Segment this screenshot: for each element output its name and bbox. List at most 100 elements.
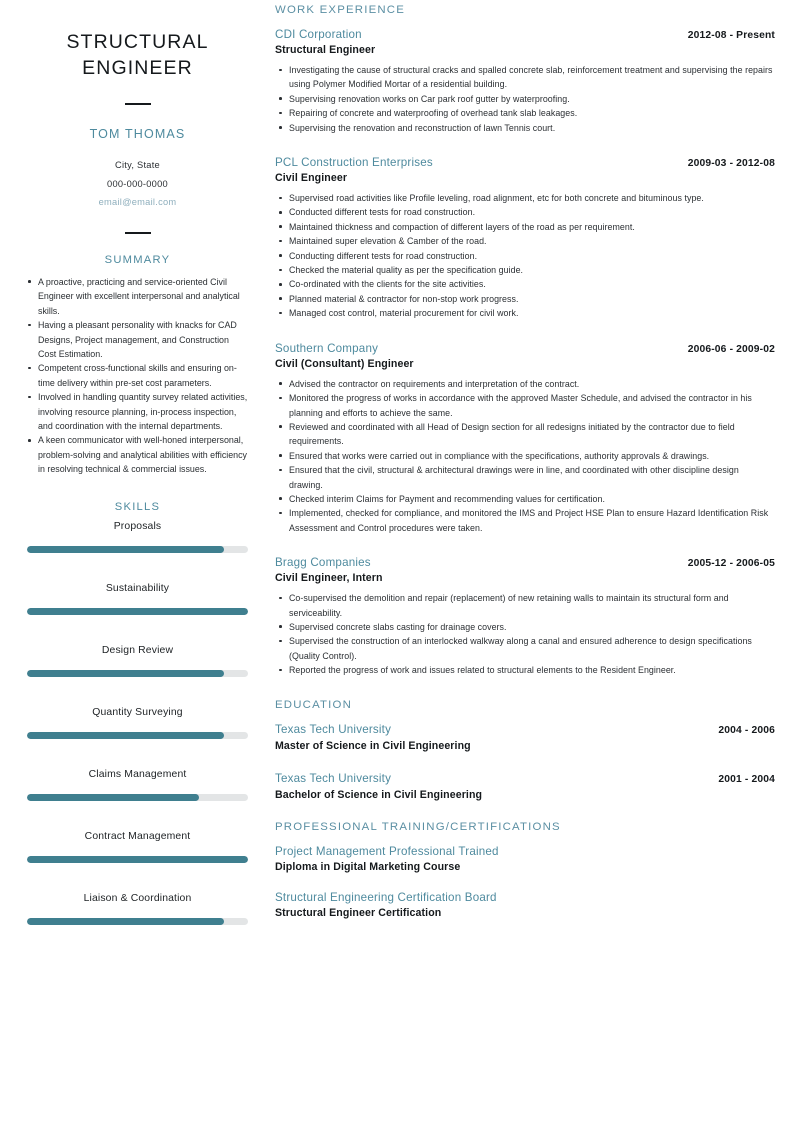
divider-top (124, 103, 151, 106)
skill-label: Sustainability (105, 582, 170, 594)
skill-label: Quantity Surveying (92, 706, 183, 718)
candidate-name: Tom Thomas (89, 127, 186, 142)
bullet-item: Repairing of concrete and waterproofing … (275, 106, 775, 120)
skill-bar-fill (27, 731, 224, 739)
skill-item: Design Review (27, 645, 248, 677)
work-experience-section: Work Experience CDI Corporation 2012-08 … (275, 4, 775, 678)
certification-provider: Project Management Professional Trained (275, 844, 499, 858)
entry-header: CDI Corporation 2012-08 - Present (275, 28, 775, 41)
skill-item: Proposals (27, 521, 248, 553)
certification-title: Structural Engineer Certification (275, 906, 442, 919)
date-range: 2001 - 2004 (718, 773, 775, 785)
skill-item: Claims Management (27, 769, 248, 801)
entry-header: Texas Tech University 2001 - 2004 (275, 772, 775, 785)
job-title: Civil Engineer, Intern (275, 572, 383, 585)
work-experience-heading: Work Experience (275, 4, 406, 16)
summary-item: Having a pleasant personality with knack… (27, 318, 248, 361)
bullet-item: Maintained thickness and compaction of d… (275, 220, 775, 234)
skill-label: Liaison & Coordination (83, 892, 192, 904)
skills-heading: Skills (114, 500, 161, 513)
date-range: 2006-06 - 2009-02 (687, 343, 775, 355)
entry-header: Bragg Companies 2005-12 - 2006-05 (275, 556, 775, 569)
responsibility-list: Advised the contractor on requirements a… (275, 377, 775, 535)
bullet-item: Checked the material quality as per the … (275, 263, 775, 277)
skill-bar-fill (27, 545, 224, 553)
bullet-item: Conducted different tests for road const… (275, 205, 775, 219)
bullet-item: Supervising the renovation and reconstru… (275, 121, 775, 135)
experience-entry: Bragg Companies 2005-12 - 2006-05 Civil … (275, 556, 775, 677)
contact-phone: 000-000-0000 (107, 178, 168, 189)
date-range: 2009-03 - 2012-08 (687, 158, 775, 170)
skill-item: Quantity Surveying (27, 707, 248, 739)
skill-bar-track (27, 545, 248, 553)
bullet-item: Advised the contractor on requirements a… (275, 377, 775, 391)
summary-item: Competent cross-functional skills and en… (27, 361, 248, 390)
education-section: Education Texas Tech University 2004 - 2… (275, 699, 775, 801)
main-column: Work Experience CDI Corporation 2012-08 … (275, 0, 800, 937)
entry-header: Southern Company 2006-06 - 2009-02 (275, 342, 775, 355)
skill-bar-track (27, 607, 248, 615)
skill-bar-fill (27, 669, 224, 677)
experience-entry: Southern Company 2006-06 - 2009-02 Civil… (275, 342, 775, 535)
bullet-item: Ensured that works were carried out in c… (275, 449, 775, 463)
skill-bar-track (27, 669, 248, 677)
skill-label: Design Review (101, 644, 174, 656)
school-name: Texas Tech University (275, 722, 392, 736)
summary-item: Involved in handling quantity survey rel… (27, 390, 248, 433)
date-range: 2005-12 - 2006-05 (687, 558, 775, 570)
bullet-item: Planned material & contractor for non-st… (275, 292, 775, 306)
job-title: Structural Engineer (275, 44, 376, 56)
bullet-item: Co-supervised the demolition and repair … (275, 591, 775, 620)
school-name: Texas Tech University (275, 771, 392, 785)
responsibility-list: Supervised road activities like Profile … (275, 191, 775, 321)
education-entry: Texas Tech University 2001 - 2004 Bachel… (275, 772, 775, 801)
certification-entry: Structural Engineering Certification Boa… (275, 891, 775, 919)
bullet-item: Ensured that the civil, structural & arc… (275, 463, 775, 492)
skill-bar-fill (27, 917, 224, 925)
certifications-heading: Professional Training/Certifications (275, 820, 561, 833)
experience-entry: CDI Corporation 2012-08 - Present Struct… (275, 28, 775, 135)
company-name: PCL Construction Enterprises (275, 156, 433, 170)
skill-label: Claims Management (88, 768, 187, 780)
skill-label: Proposals (113, 520, 162, 532)
summary-item: A keen communicator with well-honed inte… (27, 433, 248, 476)
skill-bar-track (27, 793, 248, 801)
bullet-item: Maintained super elevation & Camber of t… (275, 234, 775, 248)
summary-item: A proactive, practicing and service-orie… (27, 275, 248, 318)
contact-location: City, State (115, 160, 160, 171)
contact-email[interactable]: email@email.com (27, 193, 248, 211)
summary-list: A proactive, practicing and service-orie… (27, 275, 248, 477)
company-name: CDI Corporation (275, 28, 362, 41)
skill-bar-track (27, 917, 248, 925)
skill-bar-track (27, 731, 248, 739)
education-entry: Texas Tech University 2004 - 2006 Master… (275, 723, 775, 752)
bullet-item: Supervised road activities like Profile … (275, 191, 775, 205)
skill-item: Liaison & Coordination (27, 893, 248, 925)
resume-page: Structural Engineer Tom Thomas City, Sta… (0, 0, 800, 1128)
responsibility-list: Co-supervised the demolition and repair … (275, 591, 775, 677)
bullet-item: Monitored the progress of works in accor… (275, 391, 775, 420)
bullet-item: Managed cost control, material procureme… (275, 306, 775, 320)
bullet-item: Conducting different tests for road cons… (275, 249, 775, 263)
bullet-item: Supervised the construction of an interl… (275, 634, 775, 663)
degree-title: Master of Science in Civil Engineering (275, 739, 471, 752)
skill-item: Contract Management (27, 831, 248, 863)
bullet-item: Co-ordinated with the clients for the si… (275, 277, 775, 291)
summary-heading: Summary (104, 253, 171, 266)
certification-provider: Structural Engineering Certification Boa… (275, 890, 497, 904)
degree-title: Bachelor of Science in Civil Engineering (275, 788, 483, 801)
bullet-item: Reported the progress of work and issues… (275, 663, 775, 677)
skill-bar-fill (27, 607, 248, 615)
sidebar: Structural Engineer Tom Thomas City, Sta… (0, 0, 275, 925)
certifications-section: Professional Training/Certifications Pro… (275, 821, 775, 919)
certification-title: Diploma in Digital Marketing Course (275, 860, 461, 873)
headline-title: Structural Engineer (66, 31, 209, 79)
bullet-item: Checked interim Claims for Payment and r… (275, 492, 775, 506)
responsibility-list: Investigating the cause of structural cr… (275, 63, 775, 135)
skill-item: Sustainability (27, 583, 248, 615)
job-title: Civil (Consultant) Engineer (275, 357, 414, 370)
skill-bar-track (27, 855, 248, 863)
